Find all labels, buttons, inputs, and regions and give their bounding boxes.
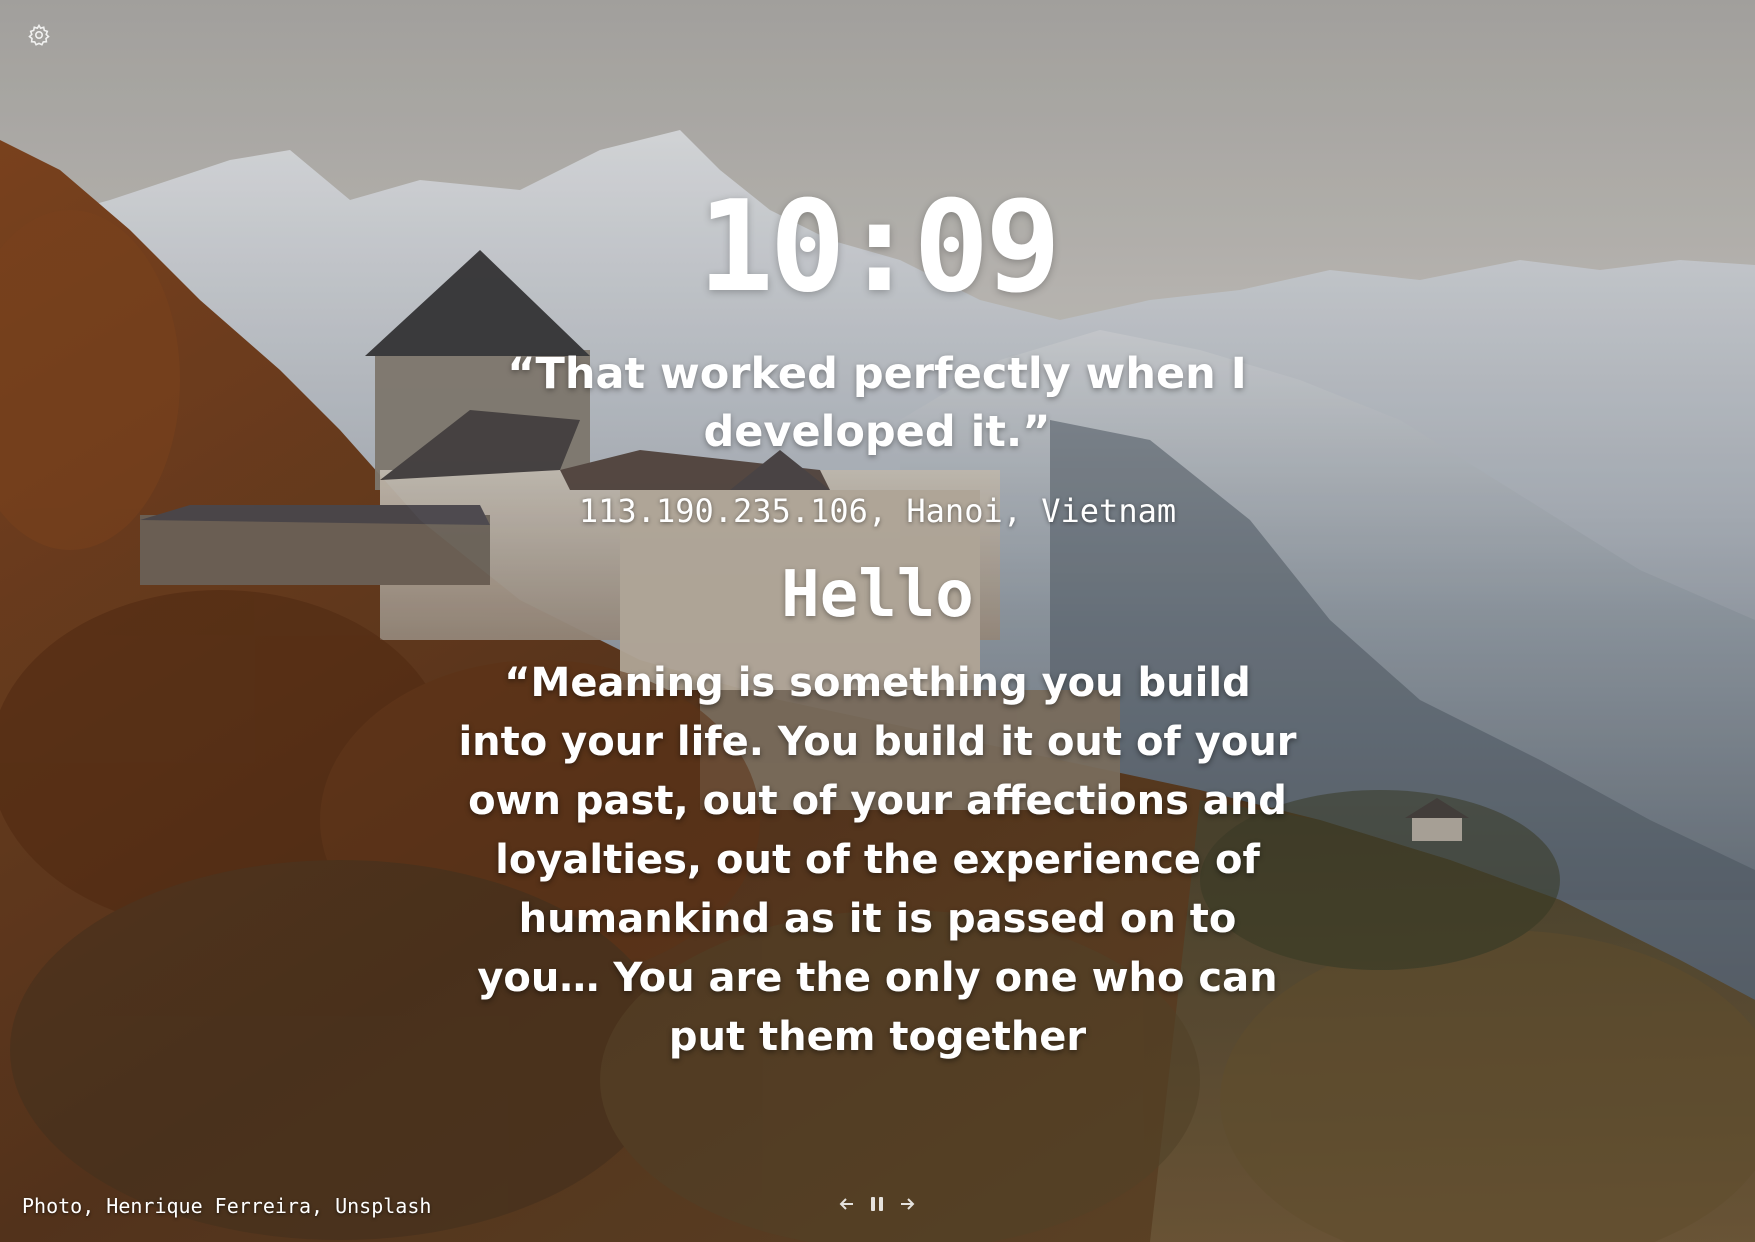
greeting: Hello bbox=[781, 558, 974, 632]
previous-button[interactable] bbox=[835, 1194, 859, 1218]
clock-time: 10:09 bbox=[697, 173, 1061, 320]
top-quote: “That worked perfectly when I developed … bbox=[507, 349, 1247, 457]
pause-icon bbox=[869, 1195, 885, 1217]
arrow-left-icon bbox=[838, 1195, 856, 1217]
main-quote: “Meaning is something you build into you… bbox=[458, 660, 1297, 1060]
slideshow-controls bbox=[835, 1194, 919, 1218]
photo-credit[interactable]: Photo, Henrique Ferreira, Unsplash bbox=[22, 1193, 431, 1219]
arrow-right-icon bbox=[898, 1195, 916, 1217]
location-text: 113.190.235.106, Hanoi, Vietnam bbox=[578, 492, 1177, 530]
pause-button[interactable] bbox=[865, 1194, 889, 1218]
next-button[interactable] bbox=[895, 1194, 919, 1218]
gear-icon bbox=[27, 23, 51, 51]
settings-button[interactable] bbox=[22, 20, 56, 54]
